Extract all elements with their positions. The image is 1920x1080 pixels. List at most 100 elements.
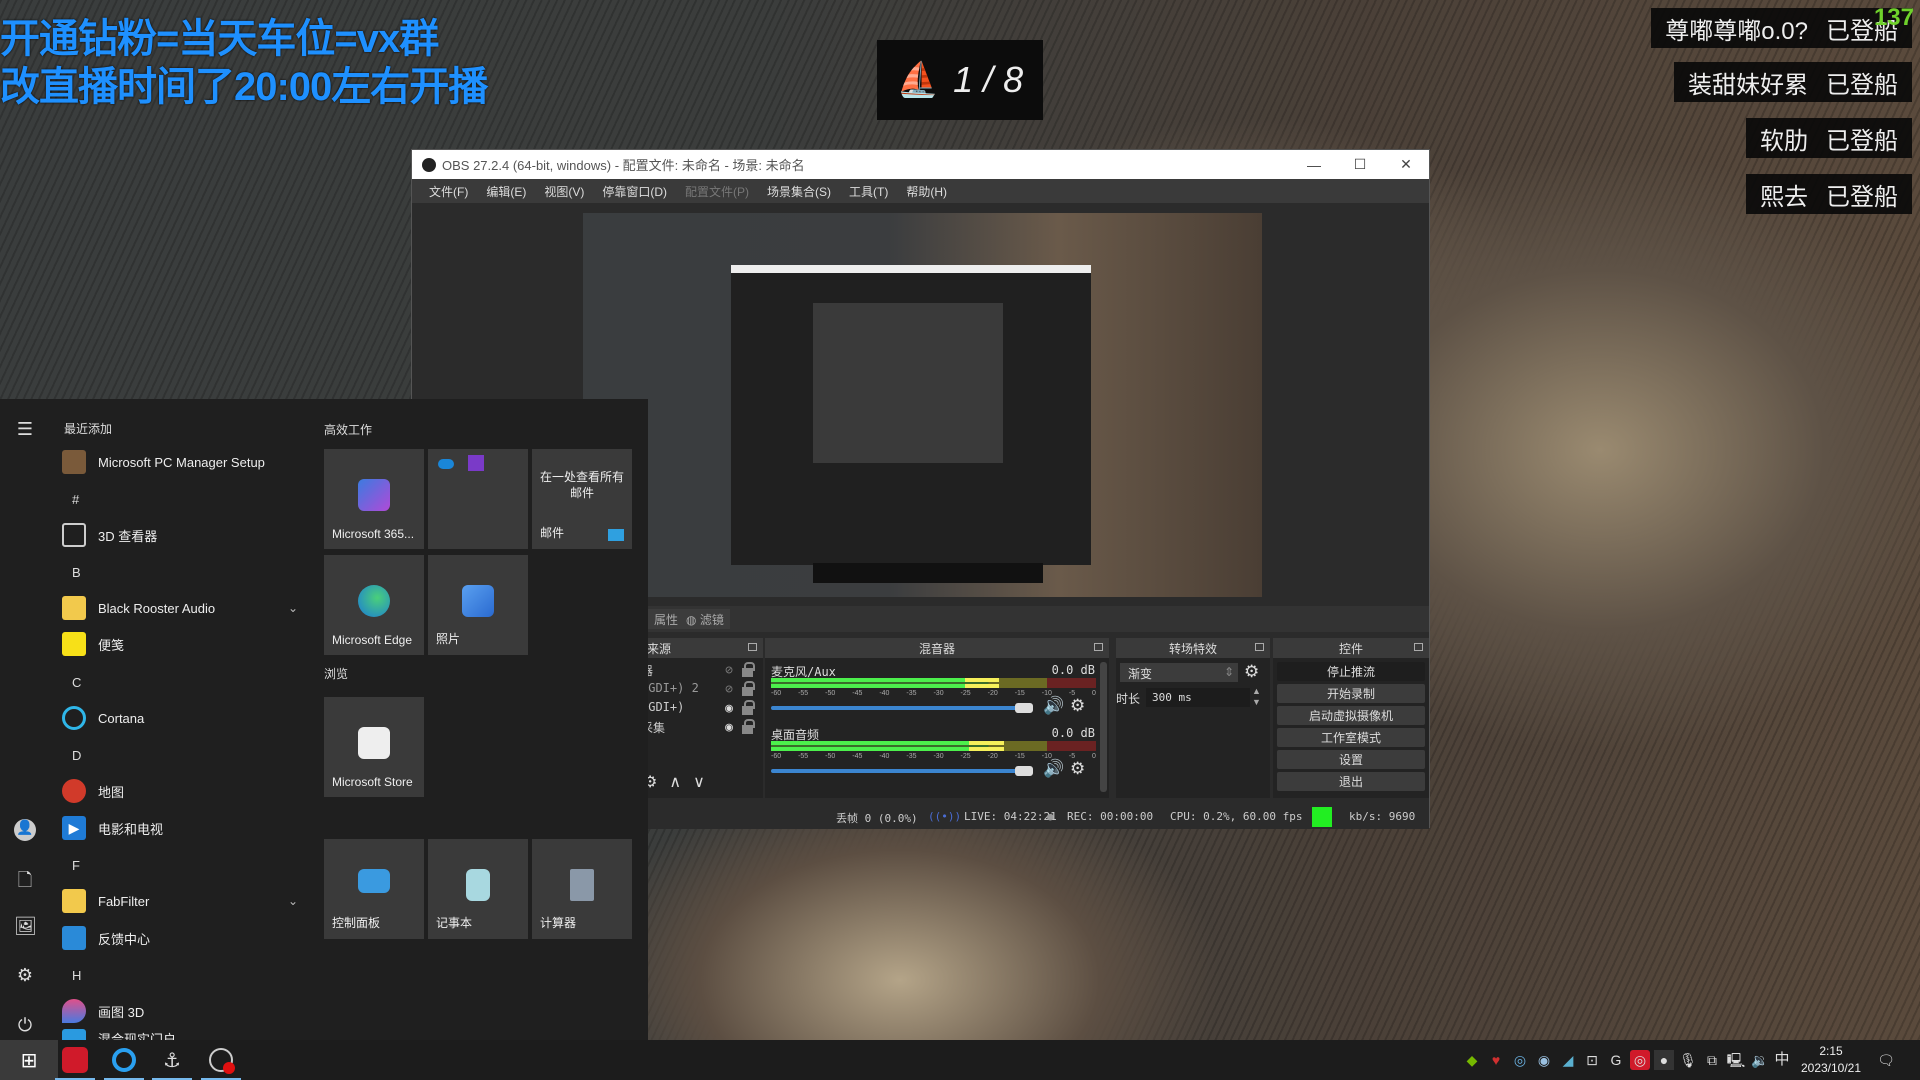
duration-input[interactable]: 300 ms xyxy=(1146,688,1250,707)
tile-microsoft-store[interactable]: Microsoft Store xyxy=(324,697,424,797)
app-cortana[interactable]: Cortana xyxy=(62,703,144,733)
float-dock-icon[interactable] xyxy=(1414,643,1423,651)
source-item[interactable]: 器⊘ xyxy=(641,662,763,680)
start-virtual-camera-button[interactable]: 启动虚拟摄像机 xyxy=(1277,706,1425,725)
app-paint-3d[interactable]: 画图 3D xyxy=(62,996,144,1026)
menu-tools[interactable]: 工具(T) xyxy=(840,183,897,200)
netease-music-tray-icon[interactable]: ◎ xyxy=(1630,1050,1650,1070)
letter-header[interactable]: H xyxy=(72,968,81,983)
float-dock-icon[interactable] xyxy=(748,643,757,651)
taskbar-netease-music[interactable] xyxy=(51,1040,99,1080)
menu-file[interactable]: 文件(F) xyxy=(420,183,477,200)
menu-view[interactable]: 视图(V) xyxy=(535,183,593,200)
transition-select[interactable]: 渐变 ⇕ xyxy=(1120,663,1238,682)
screen-record-icon[interactable]: ⧉ xyxy=(1702,1050,1722,1070)
taskbar-obs[interactable] xyxy=(197,1040,245,1080)
hamburger-menu-icon[interactable]: ☰ xyxy=(14,419,36,441)
logitech-icon[interactable]: G xyxy=(1606,1050,1626,1070)
transition-gear-icon[interactable]: ⚙ xyxy=(1244,662,1259,682)
gear-icon[interactable]: ⚙ xyxy=(1070,759,1085,779)
properties-button[interactable]: 属性 xyxy=(648,609,685,629)
tile-calculator[interactable]: 计算器 xyxy=(532,839,632,939)
speaker-icon[interactable]: 🔊 xyxy=(1043,759,1064,779)
gear-icon[interactable]: ⚙ xyxy=(1070,696,1085,716)
obs-tray-icon[interactable]: ● xyxy=(1654,1050,1674,1070)
chevron-down-icon[interactable]: ⌄ xyxy=(288,601,298,615)
tile-onedrive-onenote[interactable] xyxy=(428,449,528,549)
duration-stepper[interactable]: ▲ ▼ xyxy=(1252,686,1261,708)
lock-icon[interactable] xyxy=(742,719,755,734)
tile-notepad[interactable]: 记事本 xyxy=(428,839,528,939)
app-sticky-notes[interactable]: 便笺 xyxy=(62,629,124,659)
volume-slider-handle[interactable] xyxy=(1015,766,1033,776)
menu-help[interactable]: 帮助(H) xyxy=(897,183,956,200)
letter-header[interactable]: B xyxy=(72,565,81,580)
app-3d-viewer[interactable]: 3D 查看器 xyxy=(62,520,157,550)
chevron-down-icon[interactable]: ⌄ xyxy=(288,894,298,908)
tray-app-icon[interactable]: ◢ xyxy=(1558,1050,1578,1070)
volume-icon[interactable]: 🔉 xyxy=(1750,1050,1770,1070)
close-button[interactable]: ✕ xyxy=(1383,150,1429,179)
eye-icon[interactable]: ◉ xyxy=(725,720,733,735)
folder-fabfilter[interactable]: FabFilter xyxy=(62,886,149,916)
source-item[interactable]: (GDI+) 2 ⊘ xyxy=(641,681,763,699)
lock-icon[interactable] xyxy=(742,681,755,696)
tile-microsoft-365[interactable]: Microsoft 365... xyxy=(324,449,424,549)
tile-control-panel[interactable]: 控制面板 xyxy=(324,839,424,939)
letter-header[interactable]: D xyxy=(72,748,81,763)
tile-photos[interactable]: 照片 xyxy=(428,555,528,655)
documents-icon[interactable]: 🗋 xyxy=(14,868,36,890)
settings-button[interactable]: 设置 xyxy=(1277,750,1425,769)
volume-slider[interactable] xyxy=(771,706,1021,710)
lock-icon[interactable] xyxy=(742,662,755,677)
speaker-icon[interactable]: 🔊 xyxy=(1043,696,1064,716)
app-mixed-reality-portal[interactable]: 混合现实门户 xyxy=(62,1029,176,1040)
app-movies-tv[interactable]: ▶ 电影和电视 xyxy=(62,813,163,843)
microphone-icon[interactable]: 🎙 xyxy=(1678,1050,1698,1070)
float-dock-icon[interactable] xyxy=(1094,643,1103,651)
tile-mail[interactable]: 在一处查看所有邮件 邮件 xyxy=(532,449,632,549)
notification-center-icon[interactable]: 🗨 xyxy=(1876,1050,1896,1070)
studio-mode-button[interactable]: 工作室模式 xyxy=(1277,728,1425,747)
letter-header[interactable]: # xyxy=(72,492,79,507)
tray-app-icon[interactable]: ♥ xyxy=(1486,1050,1506,1070)
settings-icon[interactable]: ⚙ xyxy=(14,965,36,987)
source-item[interactable]: 采集 ◉ xyxy=(641,719,763,737)
title-bar[interactable]: OBS 27.2.4 (64-bit, windows) - 配置文件: 未命名… xyxy=(412,150,1429,179)
user-account-icon[interactable]: 👤 xyxy=(14,819,36,841)
taskbar-qq-browser[interactable] xyxy=(100,1040,148,1080)
menu-scene-collection[interactable]: 场景集合(S) xyxy=(758,183,840,200)
tray-app-icon[interactable]: ◎ xyxy=(1510,1050,1530,1070)
nvidia-icon[interactable]: ◆ xyxy=(1462,1050,1482,1070)
pictures-icon[interactable]: 🖼 xyxy=(14,916,37,938)
eye-hidden-icon[interactable]: ⊘ xyxy=(725,663,733,678)
folder-black-rooster-audio[interactable]: Black Rooster Audio xyxy=(62,593,215,623)
letter-header[interactable]: F xyxy=(72,858,80,873)
maximize-button[interactable]: ☐ xyxy=(1337,150,1383,179)
mixer-scrollbar[interactable] xyxy=(1100,662,1107,792)
source-item[interactable]: (GDI+) ◉ xyxy=(641,700,763,718)
stop-streaming-button[interactable]: 停止推流 xyxy=(1277,662,1425,681)
clock[interactable]: 2:15 2023/10/21 xyxy=(1800,1043,1862,1077)
power-icon[interactable]: ⏻ xyxy=(14,1015,36,1037)
menu-profile[interactable]: 配置文件(P) xyxy=(676,183,758,200)
tile-microsoft-edge[interactable]: Microsoft Edge xyxy=(324,555,424,655)
minimize-button[interactable]: — xyxy=(1291,150,1337,179)
menu-edit[interactable]: 编辑(E) xyxy=(477,183,535,200)
volume-slider-handle[interactable] xyxy=(1015,703,1033,713)
network-icon[interactable]: 🖳 xyxy=(1726,1050,1746,1070)
start-recording-button[interactable]: 开始录制 xyxy=(1277,684,1425,703)
letter-header[interactable]: C xyxy=(72,675,81,690)
app-feedback-hub[interactable]: 反馈中心 xyxy=(62,923,150,953)
eye-hidden-icon[interactable]: ⊘ xyxy=(725,682,733,697)
filters-button[interactable]: ◍ 滤镜 xyxy=(680,609,730,629)
exit-button[interactable]: 退出 xyxy=(1277,772,1425,791)
move-up-icon[interactable]: ∧ xyxy=(669,772,681,792)
preview-canvas[interactable] xyxy=(583,213,1262,597)
tray-app-icon[interactable]: ⊡ xyxy=(1582,1050,1602,1070)
start-button[interactable]: ⊞ xyxy=(0,1040,58,1080)
app-pc-manager[interactable]: Microsoft PC Manager Setup xyxy=(62,447,265,477)
steam-icon[interactable]: ◉ xyxy=(1534,1050,1554,1070)
move-down-icon[interactable]: ∨ xyxy=(693,772,705,792)
taskbar-anchor-app[interactable]: ⚓ xyxy=(148,1040,196,1080)
